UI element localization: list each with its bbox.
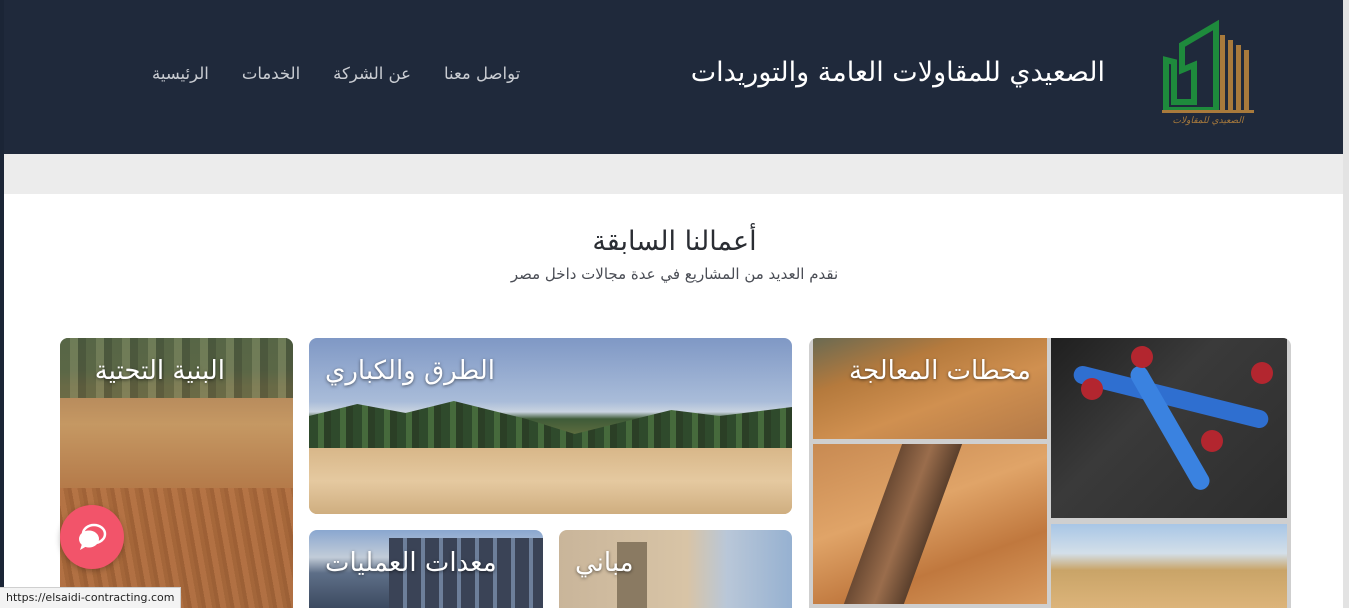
card-roads[interactable]: الطرق والكباري [309,338,792,514]
brand-title[interactable]: الصعيدي للمقاولات العامة والتوريدات [691,57,1105,88]
card-image-road [309,448,792,514]
trench-shape [843,444,963,604]
valve-shape [1081,378,1103,400]
status-bar-url: https://elsaidi-contracting.com [0,587,182,608]
valve-shape [1251,362,1273,384]
nav-contact[interactable]: تواصل معنا [444,64,520,90]
valve-shape [1131,346,1153,368]
chat-button[interactable] [60,505,124,569]
nav-about[interactable]: عن الشركة [333,64,411,90]
card-treatment[interactable]: محطات المعالجة [809,338,1291,608]
section-title: أعمالنا السابقة [592,226,757,257]
company-logo[interactable]: الصعيدي للمقاولات [1154,10,1259,135]
pipe-shape [1127,362,1213,494]
card-equipment-label: معدات العمليات [325,548,497,578]
card-treatment-label: محطات المعالجة [849,356,1031,386]
card-roads-label: الطرق والكباري [325,356,495,386]
chat-bubble-icon [79,523,107,550]
nav-home[interactable]: الرئيسية [152,64,209,90]
card-infrastructure-label: البنية التحتية [94,356,225,386]
section-subtitle: نقدم العديد من المشاريع في عدة مجالات دا… [510,265,839,283]
main-nav: الرئيسية الخدمات عن الشركة تواصل معنا [152,64,520,90]
valve-shape [1201,430,1223,452]
card-image-pipes [1051,338,1287,518]
nav-services[interactable]: الخدمات [242,64,300,90]
site-header: الصعيدي للمقاولات الصعيدي للمقاولات العا… [4,0,1343,154]
page-scrollbar[interactable] [1343,0,1349,608]
card-image-trench [813,444,1047,604]
card-equipment[interactable]: معدات العمليات [309,530,543,608]
logo-text: الصعيدي للمقاولات [1172,116,1244,126]
card-image-excavator [1051,524,1287,608]
card-buildings[interactable]: مباني [559,530,792,608]
card-buildings-label: مباني [575,548,634,578]
header-spacer [4,154,1343,194]
card-image-workers [813,338,1047,439]
